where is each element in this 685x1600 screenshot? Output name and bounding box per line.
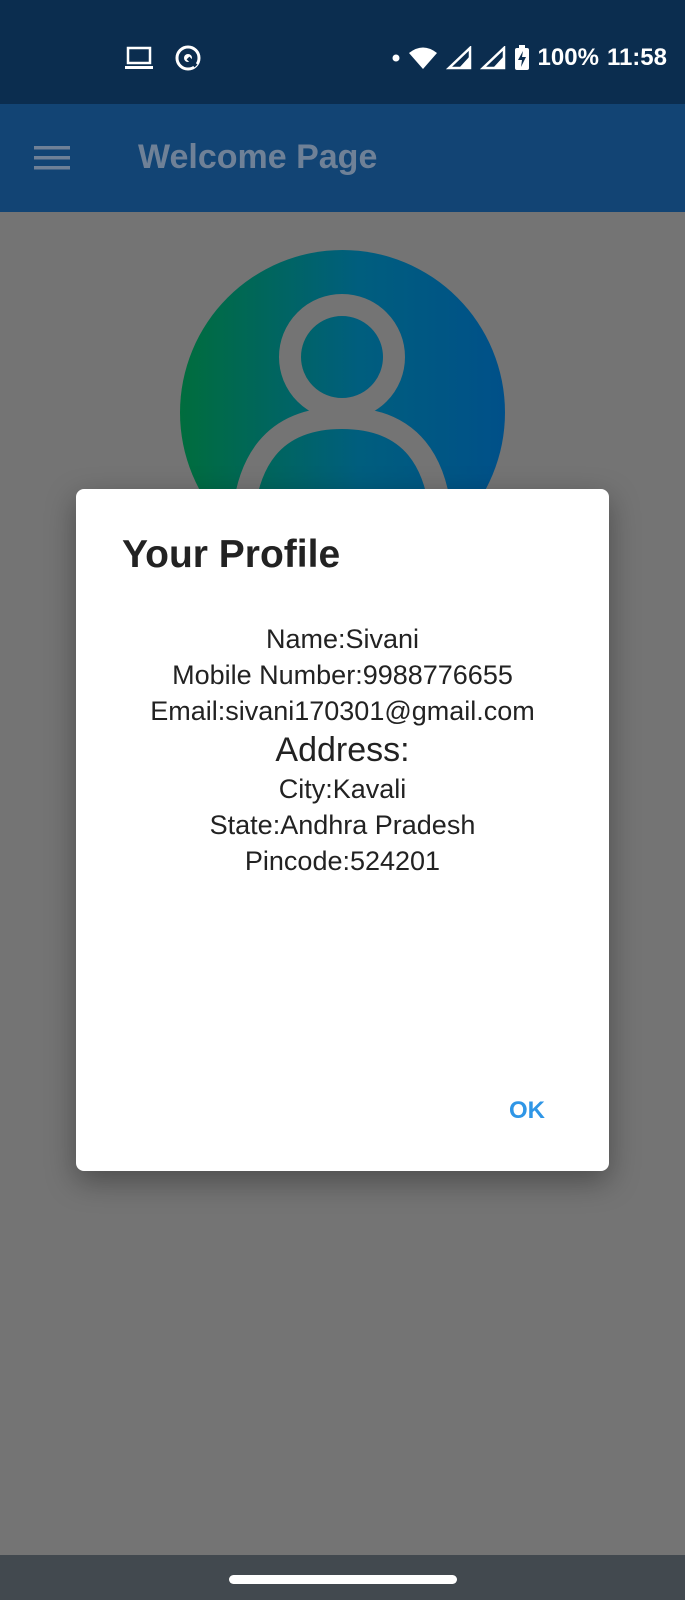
data-saver-icon bbox=[174, 44, 202, 72]
clock: 11:58 bbox=[606, 44, 667, 71]
mobile-number-text: Mobile Number:9988776655 bbox=[172, 660, 513, 690]
battery-percent: 100% bbox=[537, 44, 599, 71]
hamburger-menu-icon[interactable] bbox=[34, 144, 70, 172]
page-title: Welcome Page bbox=[138, 138, 378, 176]
state-text: State:Andhra Pradesh bbox=[209, 810, 476, 840]
status-right: 100% 11:58 bbox=[392, 44, 667, 72]
profile-dialog: Your Profile Name:Sivani Mobile Number:9… bbox=[76, 489, 609, 1171]
app-bar: Welcome Page bbox=[0, 104, 685, 212]
signal-icon bbox=[445, 46, 472, 70]
status-left-icons bbox=[124, 44, 202, 72]
battery-charging-icon bbox=[514, 45, 530, 71]
navigation-bar bbox=[0, 1555, 685, 1600]
email-text: Email:sivani170301@gmail.com bbox=[150, 696, 535, 726]
status-bar: 100% 11:58 bbox=[0, 0, 685, 104]
screen: 100% 11:58 Welcome Page Your Profile Nam… bbox=[0, 0, 685, 1600]
ok-button[interactable]: OK bbox=[503, 1093, 551, 1129]
pincode-text: Pincode:524201 bbox=[244, 846, 441, 876]
signal-icon bbox=[479, 46, 506, 70]
laptop-icon bbox=[124, 45, 154, 71]
city-text: City:Kavali bbox=[278, 774, 407, 804]
home-gesture-handle[interactable] bbox=[229, 1575, 457, 1584]
wifi-icon bbox=[408, 46, 438, 70]
dialog-body: Name:Sivani Mobile Number:9988776655 Ema… bbox=[76, 621, 609, 879]
dot-icon bbox=[392, 54, 400, 62]
dialog-title: Your Profile bbox=[122, 533, 341, 576]
name-text: Name:Sivani bbox=[265, 624, 420, 654]
address-heading: Address: bbox=[275, 731, 410, 769]
